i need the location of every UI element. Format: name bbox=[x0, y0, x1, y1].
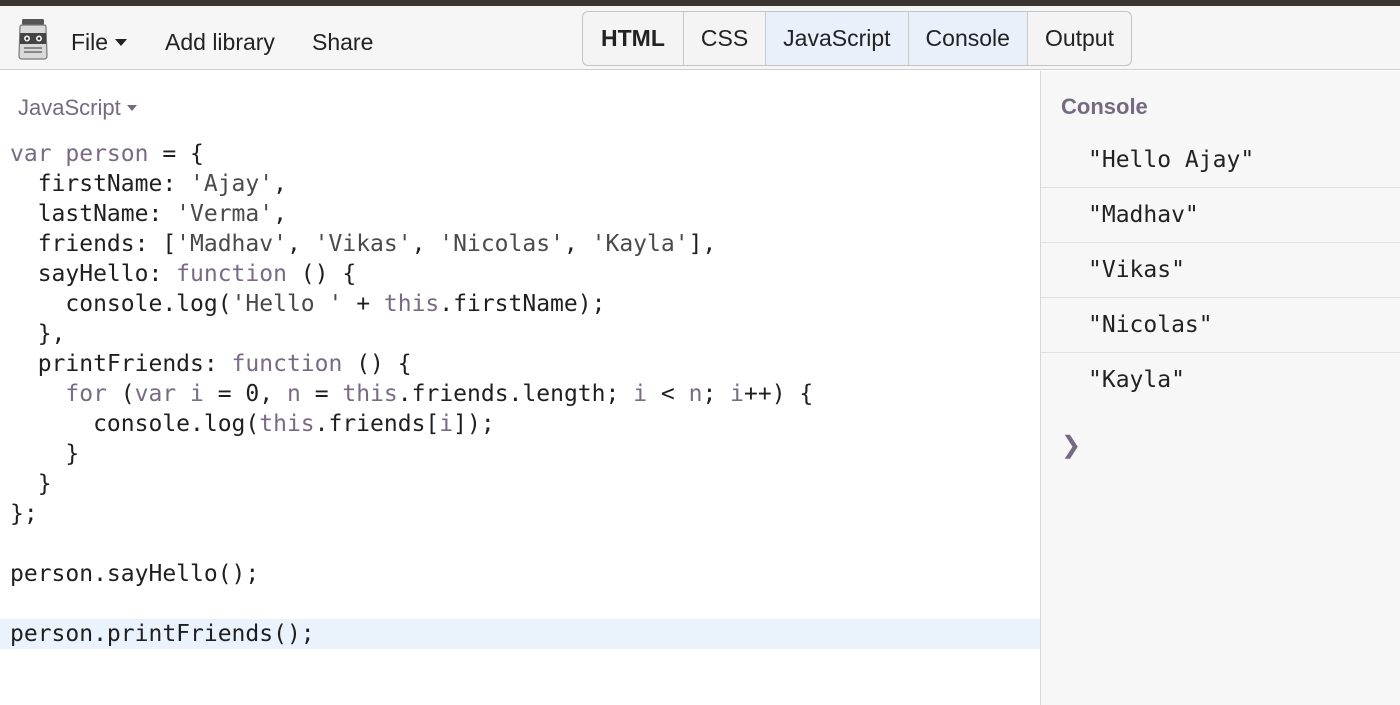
code-line[interactable]: }, bbox=[10, 319, 1040, 349]
code-token: for bbox=[65, 381, 107, 407]
code-token: function bbox=[231, 351, 343, 377]
code-editor[interactable]: var person = { firstName: 'Ajay', lastNa… bbox=[0, 139, 1040, 649]
code-token: ( bbox=[106, 381, 135, 407]
code-token: person.sayHello(); bbox=[10, 561, 260, 587]
code-token: this bbox=[259, 411, 315, 437]
code-line[interactable]: printFriends: function () { bbox=[10, 349, 1040, 379]
code-token: var i bbox=[134, 381, 204, 407]
code-token: .friends.length; bbox=[397, 381, 634, 407]
code-token: }, bbox=[10, 321, 66, 347]
file-menu[interactable]: File bbox=[71, 27, 128, 57]
console-log-entry: "Madhav" bbox=[1041, 188, 1400, 243]
caret-down-icon bbox=[115, 39, 128, 46]
language-selector[interactable]: JavaScript bbox=[18, 95, 137, 121]
code-line[interactable]: friends: ['Madhav', 'Vikas', 'Nicolas', … bbox=[10, 229, 1040, 259]
code-token: , bbox=[273, 201, 287, 227]
tab-html[interactable]: HTML bbox=[583, 12, 684, 65]
panel-tabs: HTML CSS JavaScript Console Output bbox=[582, 11, 1132, 66]
code-token: + bbox=[342, 291, 384, 317]
console-panel: Console "Hello Ajay" "Madhav" "Vikas" "Nico… bbox=[1040, 71, 1400, 705]
code-token: this bbox=[342, 381, 398, 407]
caret-down-icon bbox=[126, 105, 137, 111]
code-token: , bbox=[286, 231, 315, 257]
code-token: printFriends: bbox=[10, 351, 232, 377]
code-token: = 0, bbox=[203, 381, 287, 407]
code-token: lastName: bbox=[10, 201, 177, 227]
code-token: this bbox=[383, 291, 440, 317]
code-token: console.log( bbox=[10, 411, 260, 437]
code-token: = bbox=[300, 381, 343, 407]
code-line[interactable]: var person = { bbox=[10, 139, 1040, 169]
code-token: ], bbox=[688, 231, 717, 257]
console-log-entry: "Vikas" bbox=[1041, 243, 1400, 298]
code-line[interactable] bbox=[10, 589, 1040, 619]
code-token: () { bbox=[342, 351, 412, 377]
console-log-entry: "Kayla" bbox=[1088, 367, 1185, 393]
toolbar: File Add library Share HTML CSS JavaScri… bbox=[0, 6, 1400, 70]
code-line[interactable]: console.log(this.friends[i]); bbox=[10, 409, 1040, 439]
code-token: firstName: bbox=[10, 171, 191, 197]
language-selector-label: JavaScript bbox=[18, 95, 121, 120]
code-token: sayHello: bbox=[10, 261, 177, 287]
code-token: } bbox=[10, 471, 52, 497]
code-line[interactable] bbox=[10, 529, 1040, 559]
code-token: person.printFriends(); bbox=[10, 621, 315, 647]
code-token: n bbox=[286, 381, 301, 407]
code-line[interactable]: console.log('Hello ' + this.firstName); bbox=[10, 289, 1040, 319]
code-line[interactable]: sayHello: function () { bbox=[10, 259, 1040, 289]
code-line[interactable]: for (var i = 0, n = this.friends.length;… bbox=[10, 379, 1040, 409]
chevron-right-icon[interactable]: ❯ bbox=[1061, 431, 1081, 460]
code-token: 'Ajay' bbox=[190, 171, 274, 197]
add-library-menu[interactable]: Add library bbox=[165, 27, 275, 57]
tab-console[interactable]: Console bbox=[908, 12, 1028, 65]
javascript-editor-panel[interactable]: JavaScript var person = { firstName: 'Aj… bbox=[0, 71, 1040, 705]
code-line[interactable]: lastName: 'Verma', bbox=[10, 199, 1040, 229]
jsbin-logo-icon[interactable] bbox=[16, 18, 50, 60]
code-token: 'Kayla' bbox=[591, 231, 689, 257]
code-line[interactable]: } bbox=[10, 469, 1040, 499]
code-token: ]); bbox=[453, 411, 495, 437]
code-token: 'Vikas' bbox=[314, 231, 412, 257]
console-log-entry: "Hello Ajay" bbox=[1041, 133, 1400, 188]
code-token: } bbox=[10, 441, 80, 467]
code-token: function bbox=[176, 261, 287, 287]
code-token: ; bbox=[702, 381, 731, 407]
tab-output[interactable]: Output bbox=[1028, 12, 1131, 65]
code-token: i bbox=[439, 411, 454, 437]
code-token: , bbox=[563, 231, 592, 257]
code-token: 'Madhav' bbox=[176, 231, 287, 257]
code-token: , bbox=[273, 171, 287, 197]
code-line[interactable]: }; bbox=[10, 499, 1040, 529]
share-menu[interactable]: Share bbox=[312, 27, 373, 57]
file-menu-label: File bbox=[71, 29, 109, 55]
code-line[interactable]: person.printFriends(); bbox=[0, 619, 1040, 649]
code-token: 'Hello ' bbox=[231, 291, 343, 317]
code-token: 'Verma' bbox=[176, 201, 274, 227]
code-token: i bbox=[633, 381, 648, 407]
console-title: Console bbox=[1061, 94, 1148, 119]
code-token: }; bbox=[10, 501, 38, 527]
code-token: n bbox=[688, 381, 703, 407]
console-log-list: "Hello Ajay" "Madhav" "Vikas" "Nicolas" "Kay… bbox=[1041, 133, 1400, 408]
code-token: = { bbox=[148, 141, 204, 167]
code-line[interactable]: firstName: 'Ajay', bbox=[10, 169, 1040, 199]
code-line[interactable]: person.sayHello(); bbox=[10, 559, 1040, 589]
code-token: < bbox=[647, 381, 689, 407]
console-log-entry: "Nicolas" bbox=[1041, 298, 1400, 353]
tab-css[interactable]: CSS bbox=[684, 12, 767, 65]
code-token: friends: [ bbox=[10, 231, 177, 257]
code-token: .friends[ bbox=[314, 411, 440, 437]
tab-javascript[interactable]: JavaScript bbox=[766, 12, 909, 65]
code-token: , bbox=[411, 231, 440, 257]
code-token: .firstName); bbox=[439, 291, 606, 317]
code-token: i bbox=[730, 381, 745, 407]
code-token: var person bbox=[10, 141, 149, 167]
code-token: ++) { bbox=[744, 381, 814, 407]
code-line[interactable]: } bbox=[10, 439, 1040, 469]
code-token: () { bbox=[286, 261, 357, 287]
code-token: 'Nicolas' bbox=[439, 231, 564, 257]
code-token: console.log( bbox=[10, 291, 232, 317]
